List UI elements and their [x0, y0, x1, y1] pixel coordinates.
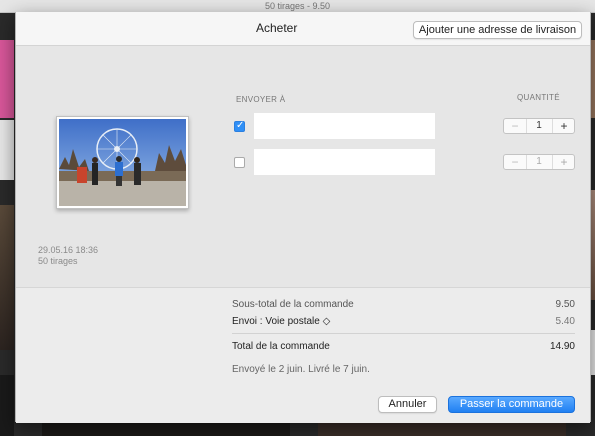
- recipient-checkbox[interactable]: [234, 157, 245, 168]
- place-order-button[interactable]: Passer la commande: [448, 396, 575, 413]
- recipients-panel: 29.05.16 18:36 50 tirages ENVOYER À QUAN…: [16, 46, 590, 287]
- subtotal-label: Sous-total de la commande: [232, 299, 354, 310]
- background-photo-tile: [0, 375, 14, 436]
- shipping-value: 5.40: [555, 316, 575, 327]
- photo-print-count: 50 tirages: [38, 256, 78, 266]
- photo-date: 29.05.16 18:36: [38, 245, 99, 255]
- add-address-button[interactable]: Ajouter une adresse de livraison: [413, 21, 582, 39]
- background-photo-tile: [0, 120, 14, 180]
- recipient-checkbox[interactable]: ✓: [234, 120, 245, 132]
- total-label: Total de la commande: [232, 341, 330, 352]
- shipping-row: Envoi : Voie postale ◇ 5.40: [232, 316, 575, 327]
- send-to-column-label: ENVOYER À: [236, 95, 286, 104]
- checkmark-icon: ✓: [236, 120, 245, 131]
- purchase-sheet: Acheter Ajouter une adresse de livraison: [15, 12, 591, 423]
- total-value: 14.90: [549, 341, 575, 352]
- summary-divider: [232, 333, 575, 334]
- quantity-value: 1: [536, 120, 542, 131]
- cancel-button[interactable]: Annuler: [378, 396, 437, 413]
- subtotal-row: Sous-total de la commande 9.50: [232, 299, 575, 310]
- increment-button[interactable]: +: [552, 119, 575, 133]
- total-row: Total de la commande 14.90: [232, 341, 575, 352]
- background-photo-tile: [0, 205, 14, 350]
- photo-metadata: 29.05.16 18:36 50 tirages: [38, 245, 98, 267]
- sheet-header: Acheter Ajouter une adresse de livraison: [16, 12, 590, 46]
- delivery-note: Envoyé le 2 juin. Livré le 7 juin.: [232, 364, 370, 375]
- subtotal-value: 9.50: [555, 299, 575, 310]
- decrement-button[interactable]: −: [504, 155, 527, 169]
- background-photo-tile: [0, 40, 14, 118]
- quantity-stepper[interactable]: − 1 +: [503, 154, 575, 170]
- decrement-button[interactable]: −: [504, 119, 527, 133]
- address-field[interactable]: [254, 149, 435, 175]
- sheet-title: Acheter: [256, 21, 298, 35]
- increment-button[interactable]: +: [552, 155, 575, 169]
- quantity-value: 1: [536, 156, 542, 167]
- photo-image: [59, 119, 186, 206]
- photo-thumbnail: [56, 116, 189, 209]
- shipping-method-select[interactable]: Envoi : Voie postale ◇: [232, 316, 330, 327]
- quantity-column-label: QUANTITÉ: [517, 93, 560, 102]
- quantity-stepper[interactable]: − 1 +: [503, 118, 575, 134]
- address-field[interactable]: [254, 113, 435, 139]
